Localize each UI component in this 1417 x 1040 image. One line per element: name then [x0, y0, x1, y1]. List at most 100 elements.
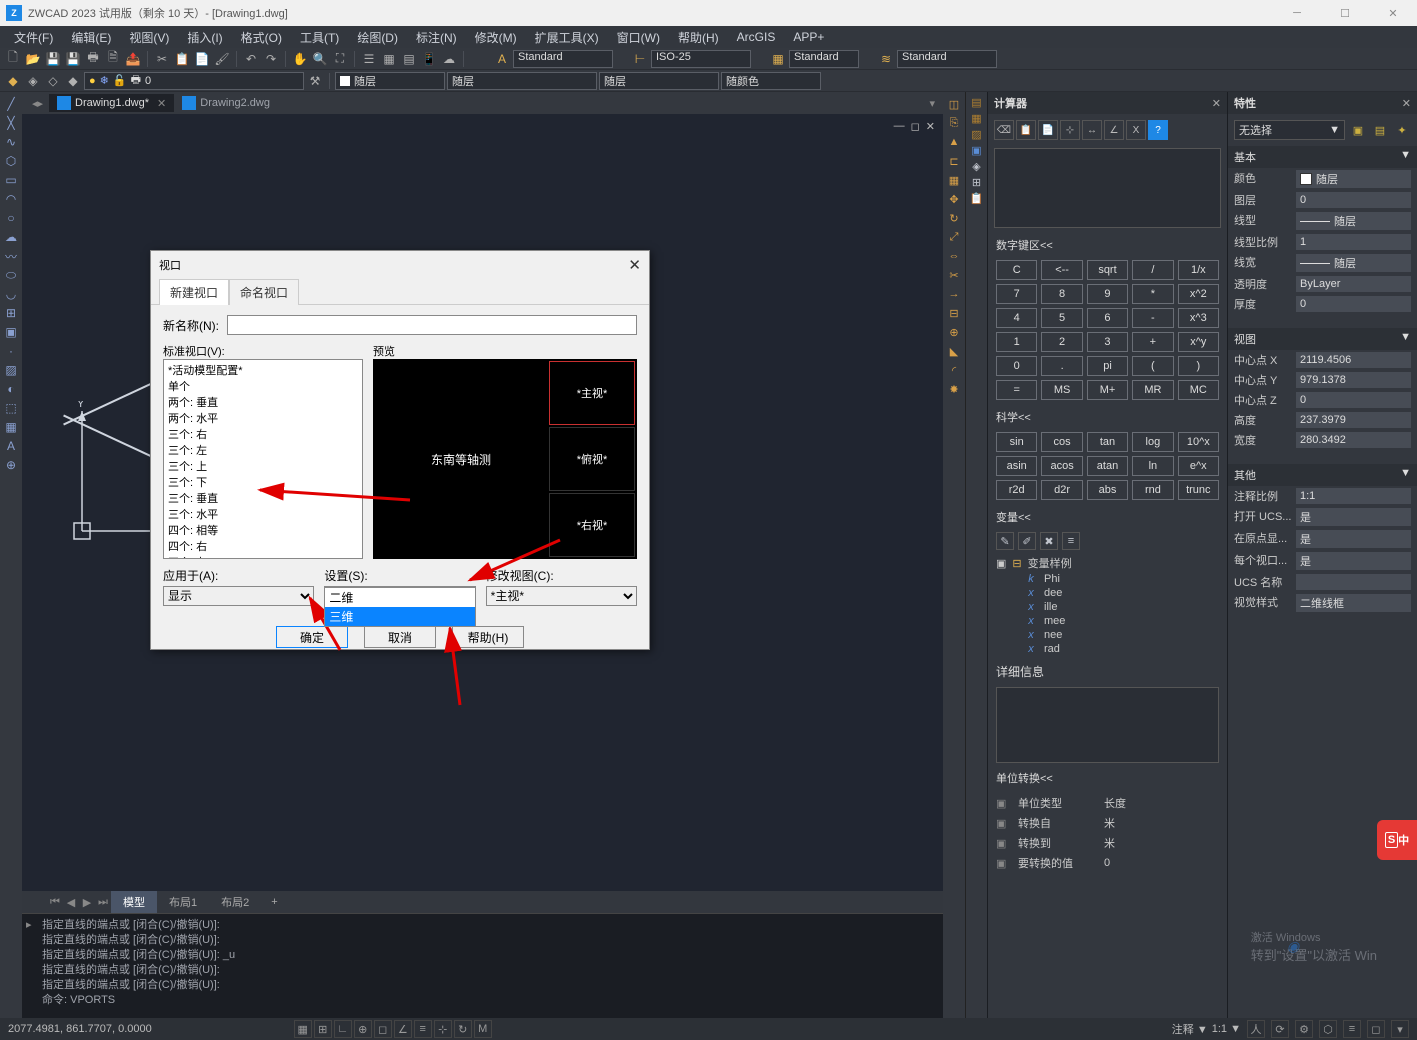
polar-icon[interactable]: ⊕ [354, 1020, 372, 1038]
prop-中心点 Z[interactable]: 中心点 Z0 [1228, 390, 1417, 410]
offset-icon[interactable]: ⊏ [946, 153, 962, 169]
tab-add[interactable]: + [261, 893, 287, 911]
otrack-icon[interactable]: ∠ [394, 1020, 412, 1038]
var-mee[interactable]: xmee [1024, 614, 1219, 628]
break-icon[interactable]: ⊟ [946, 305, 962, 321]
var-rad[interactable]: xrad [1024, 642, 1219, 656]
layout-last-icon[interactable]: ⏭ [95, 896, 111, 909]
calc-palette-icon[interactable]: ▣ [971, 144, 981, 157]
dim-style-select[interactable]: ISO-25 [651, 50, 751, 68]
calc-key-10^x[interactable]: 10^x [1178, 432, 1219, 452]
prop-线宽[interactable]: 线宽随层 [1228, 252, 1417, 274]
prop-注释比例[interactable]: 注释比例1:1 [1228, 486, 1417, 506]
prop-高度[interactable]: 高度237.3979 [1228, 410, 1417, 430]
calc-key-9[interactable]: 9 [1087, 284, 1128, 304]
menu-express[interactable]: 扩展工具(X) [527, 27, 607, 48]
circle-icon[interactable]: ○ [3, 210, 19, 226]
region-icon[interactable]: ⬚ [3, 400, 19, 416]
preview-right[interactable]: *右视* [549, 493, 635, 557]
calc-key-sin[interactable]: sin [996, 432, 1037, 452]
vp-close-icon[interactable]: ✕ [926, 120, 935, 133]
setup-option-2d[interactable]: 二维 [325, 588, 474, 607]
layer-manager-icon[interactable]: ◆ [4, 72, 22, 90]
plot-icon[interactable]: 🖶 [84, 50, 102, 68]
zoomwin-icon[interactable]: ⛶ [331, 50, 349, 68]
doc-tab-2[interactable]: Drawing2.dwg [174, 94, 278, 112]
calc-key-cos[interactable]: cos [1041, 432, 1082, 452]
extend-icon[interactable]: → [946, 286, 962, 302]
section-basic[interactable]: 基本▼ [1228, 146, 1417, 168]
trim-icon[interactable]: ✂ [946, 267, 962, 283]
calc-key-1/x[interactable]: 1/x [1178, 260, 1219, 280]
viewport-list[interactable]: *活动模型配置*单个两个: 垂直两个: 水平三个: 右三个: 左三个: 上三个:… [163, 359, 363, 559]
calc-key-trunc[interactable]: trunc [1178, 480, 1219, 500]
text-style-select[interactable]: Standard [513, 50, 613, 68]
xline-icon[interactable]: ╳ [3, 115, 19, 131]
calc-paste-icon[interactable]: 📄 [1038, 120, 1058, 140]
close-tab-icon[interactable]: ✕ [157, 97, 166, 110]
var-Phi[interactable]: kPhi [1024, 572, 1219, 586]
calc-key-*[interactable]: * [1132, 284, 1173, 304]
prop-线型[interactable]: 线型随层 [1228, 210, 1417, 232]
lwt-icon[interactable]: ≡ [414, 1020, 432, 1038]
color-select[interactable]: 随层 [335, 72, 445, 90]
calc-key-x^y[interactable]: x^y [1178, 332, 1219, 352]
doc-tab-1[interactable]: Drawing1.dwg* ✕ [49, 94, 174, 112]
panel-close-icon[interactable]: ✕ [1212, 97, 1221, 110]
layout-first-icon[interactable]: ⏮ [47, 896, 63, 909]
calc-key-tan[interactable]: tan [1087, 432, 1128, 452]
preview-front[interactable]: *俯视* [549, 427, 635, 491]
var-ille[interactable]: xille [1024, 600, 1219, 614]
prop-透明度[interactable]: 透明度ByLayer [1228, 274, 1417, 294]
prop-打开 UCS...[interactable]: 打开 UCS...是 [1228, 506, 1417, 528]
calc-key-4[interactable]: 4 [996, 308, 1037, 328]
explode-icon[interactable]: ✸ [946, 381, 962, 397]
dc-palette-icon[interactable]: ▦ [971, 112, 981, 125]
chamfer-icon[interactable]: ◣ [946, 343, 962, 359]
save-icon[interactable]: 💾 [44, 50, 62, 68]
snap-icon[interactable]: ▦ [294, 1020, 312, 1038]
layer-select[interactable]: ●❄🔓🖶0 [84, 72, 304, 90]
custom-icon[interactable]: ▾ [1391, 1020, 1409, 1038]
linetype-select[interactable]: 随层 [447, 72, 597, 90]
spline-icon[interactable]: 〰 [3, 248, 19, 264]
calc-key-=[interactable]: = [996, 380, 1037, 400]
menu-file[interactable]: 文件(F) [6, 27, 61, 48]
menu-edit[interactable]: 编辑(E) [63, 27, 119, 48]
calc-help-icon[interactable]: ? [1148, 120, 1168, 140]
maximize-button[interactable]: ☐ [1321, 0, 1369, 26]
layers-palette-icon[interactable]: ◈ [972, 160, 980, 173]
zoom-icon[interactable]: 🔍 [311, 50, 329, 68]
calc-key-8[interactable]: 8 [1041, 284, 1082, 304]
tab-more-icon[interactable]: ▾ [929, 97, 935, 110]
calc-key-x^3[interactable]: x^3 [1178, 308, 1219, 328]
tp-palette-icon[interactable]: ▨ [971, 128, 981, 141]
prop-UCS 名称[interactable]: UCS 名称 [1228, 572, 1417, 592]
var-del-icon[interactable]: ✖ [1040, 532, 1058, 550]
prop-颜色[interactable]: 颜色随层 [1228, 168, 1417, 190]
rotate-icon[interactable]: ↻ [946, 210, 962, 226]
prop-宽度[interactable]: 宽度280.3492 [1228, 430, 1417, 450]
menu-window[interactable]: 窗口(W) [609, 27, 668, 48]
prop-图层[interactable]: 图层0 [1228, 190, 1417, 210]
menu-help[interactable]: 帮助(H) [670, 27, 727, 48]
viewport-option[interactable]: *活动模型配置* [166, 362, 360, 378]
layer-tools-icon[interactable]: ⚒ [306, 72, 324, 90]
sheet-palette-icon[interactable]: 📋 [970, 192, 984, 205]
prop-在原点显...[interactable]: 在原点显...是 [1228, 528, 1417, 550]
polygon-icon[interactable]: ⬡ [3, 153, 19, 169]
saveall-icon[interactable]: 💾 [64, 50, 82, 68]
calc-key-r2d[interactable]: r2d [996, 480, 1037, 500]
prop-厚度[interactable]: 厚度0 [1228, 294, 1417, 314]
ellipse-icon[interactable]: ⬭ [3, 267, 19, 283]
dyn-icon[interactable]: ⊹ [434, 1020, 452, 1038]
menu-modify[interactable]: 修改(M) [467, 27, 525, 48]
menu-view[interactable]: 视图(V) [121, 27, 177, 48]
vp-minimize-icon[interactable]: — [894, 120, 905, 133]
calc-key-asin[interactable]: asin [996, 456, 1037, 476]
calc-key-3[interactable]: 3 [1087, 332, 1128, 352]
cut-icon[interactable]: ✂ [153, 50, 171, 68]
pickadd-icon[interactable]: ✦ [1393, 121, 1411, 139]
calc-key-ln[interactable]: ln [1132, 456, 1173, 476]
calc-key-atan[interactable]: atan [1087, 456, 1128, 476]
